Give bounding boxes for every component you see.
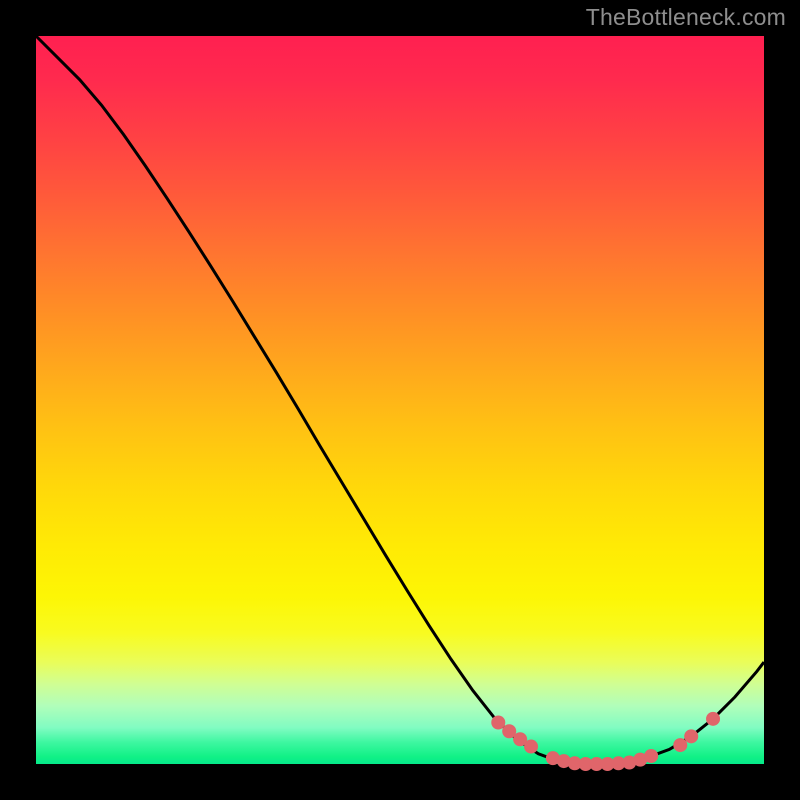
highlight-marker <box>706 712 720 726</box>
plot-area <box>36 36 764 764</box>
bottleneck-curve <box>36 36 764 764</box>
highlight-marker <box>524 740 538 754</box>
highlight-marker <box>673 738 687 752</box>
highlight-marker <box>644 749 658 763</box>
watermark-text: TheBottleneck.com <box>586 4 786 31</box>
marker-group <box>491 712 720 771</box>
chart-frame: TheBottleneck.com <box>0 0 800 800</box>
curve-layer <box>36 36 764 764</box>
highlight-marker <box>684 729 698 743</box>
highlight-marker <box>491 716 505 730</box>
